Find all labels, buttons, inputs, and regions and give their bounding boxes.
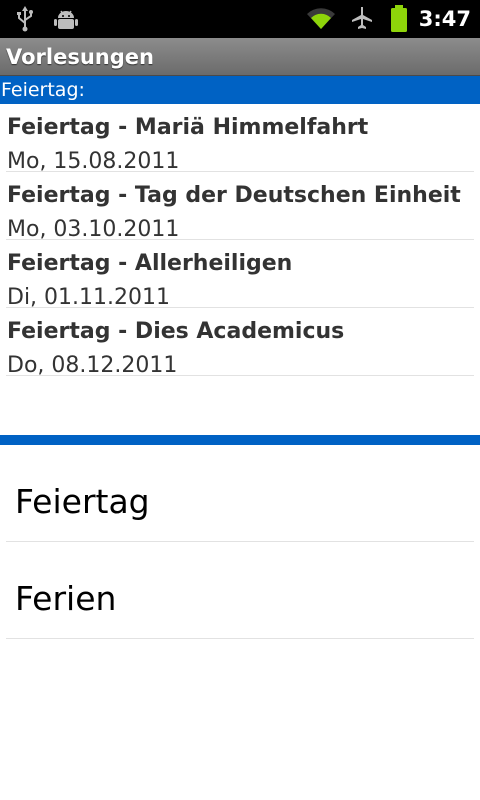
list-item-event[interactable]: Feiertag - Allerheiligen Di, 01.11.2011 [6, 240, 474, 310]
event-title: Feiertag - Mariä Himmelfahrt [7, 115, 369, 140]
airplane-icon [352, 7, 372, 29]
category-item-ferien[interactable]: Ferien [6, 542, 474, 639]
list-item-event[interactable]: Feiertag - Tag der Deutschen Einheit Mo,… [6, 172, 474, 242]
category-label: Feiertag [15, 482, 150, 521]
event-title: Feiertag - Tag der Deutschen Einheit [7, 183, 461, 208]
category-list: Feiertag Ferien [6, 445, 474, 639]
status-bar: 3:47 [0, 0, 480, 38]
category-label: Ferien [15, 579, 117, 618]
event-list: Feiertag - Mariä Himmelfahrt Mo, 15.08.2… [6, 104, 474, 378]
event-title: Feiertag - Dies Academicus [7, 319, 345, 344]
list-item-event[interactable]: Feiertag - Dies Academicus Do, 08.12.201… [6, 308, 474, 378]
android-debug-icon [54, 10, 78, 29]
app-title-bar: Vorlesungen [0, 38, 480, 76]
section-header-label: Feiertag: [1, 79, 85, 101]
section-divider [0, 435, 480, 445]
clock-time: 3:47 [418, 7, 471, 31]
battery-icon [391, 5, 407, 32]
app-title: Vorlesungen [6, 45, 154, 69]
event-title: Feiertag - Allerheiligen [7, 251, 293, 276]
section-header: Feiertag: [0, 76, 480, 104]
usb-icon [17, 6, 33, 32]
category-item-feiertag[interactable]: Feiertag [6, 445, 474, 542]
event-date: Do, 08.12.2011 [7, 353, 178, 378]
wifi-icon [307, 8, 335, 29]
list-item-event[interactable]: Feiertag - Mariä Himmelfahrt Mo, 15.08.2… [6, 104, 474, 174]
